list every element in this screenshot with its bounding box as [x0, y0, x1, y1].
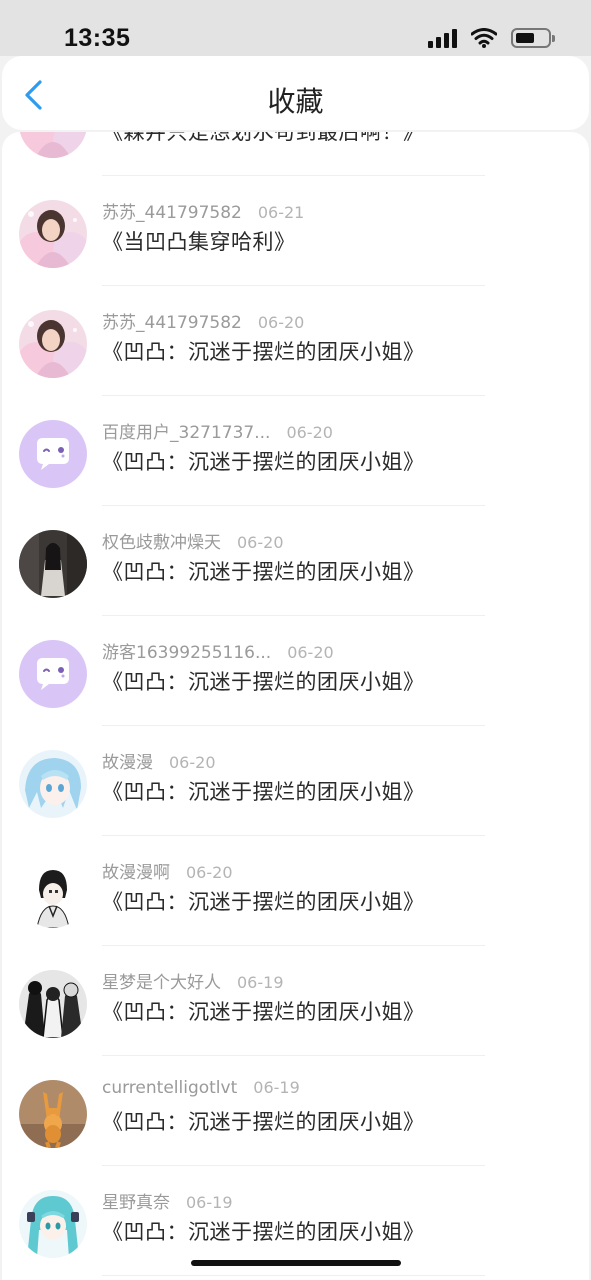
avatar[interactable]	[19, 1190, 87, 1258]
favorite-item[interactable]: 苏苏_441797582 06-21 《当凹凸集穿哈利》	[2, 176, 589, 286]
username[interactable]: 故漫漫	[102, 748, 153, 773]
avatar[interactable]	[19, 860, 87, 928]
username[interactable]: currentelligotlvt	[102, 1078, 237, 1098]
status-time: 13:35	[64, 24, 131, 52]
item-meta: 苏苏_441797582 06-20	[102, 308, 304, 333]
avatar[interactable]	[19, 750, 87, 818]
novel-title[interactable]: 《凹凸：沉迷于摆烂的团厌小姐》	[102, 556, 425, 586]
novel-title[interactable]: 《森井只是想划水苟到最后啊！》	[102, 132, 425, 146]
username[interactable]: 苏苏_441797582	[102, 308, 242, 333]
date: 06-20	[286, 423, 333, 442]
avatar[interactable]	[19, 420, 87, 488]
username[interactable]: 百度用户_3271737...	[102, 418, 270, 443]
favorite-item[interactable]: 游客16399255116... 06-20 《凹凸：沉迷于摆烂的团厌小姐》	[2, 616, 589, 726]
novel-title[interactable]: 《凹凸：沉迷于摆烂的团厌小姐》	[102, 336, 425, 366]
favorite-item[interactable]: 百度用户_3271737... 06-20 《凹凸：沉迷于摆烂的团厌小姐》	[2, 396, 589, 506]
home-indicator[interactable]	[191, 1260, 401, 1266]
favorite-item[interactable]: 星梦是个大好人 06-19 《凹凸：沉迷于摆烂的团厌小姐》	[2, 946, 589, 1056]
wifi-icon	[471, 28, 497, 48]
favorite-item[interactable]: 故漫漫啊 06-20 《凹凸：沉迷于摆烂的团厌小姐》	[2, 836, 589, 946]
username[interactable]: 故漫漫啊	[102, 858, 170, 883]
item-meta: 百度用户_3271737... 06-20	[102, 418, 333, 443]
item-meta: 星梦是个大好人 06-19	[102, 968, 284, 993]
nav-header: 收藏	[2, 56, 589, 130]
date: 06-20	[237, 533, 284, 552]
avatar[interactable]	[19, 640, 87, 708]
novel-title[interactable]: 《凹凸：沉迷于摆烂的团厌小姐》	[102, 886, 425, 916]
novel-title[interactable]: 《凹凸：沉迷于摆烂的团厌小姐》	[102, 666, 425, 696]
favorites-list: 《森井只是想划水苟到最后啊！》苏苏_441797582 06-21 《当凹凸集穿哈利…	[2, 132, 589, 1276]
date: 06-20	[257, 313, 305, 332]
avatar[interactable]	[19, 970, 87, 1038]
username[interactable]: 游客16399255116...	[102, 638, 271, 663]
item-meta: 星野真奈 06-19	[102, 1188, 233, 1213]
item-meta: 故漫漫 06-20	[102, 748, 216, 773]
avatar[interactable]	[19, 132, 87, 158]
username[interactable]: 权色歧敷冲燥天	[102, 528, 221, 553]
favorites-list-container: 《森井只是想划水苟到最后啊！》苏苏_441797582 06-21 《当凹凸集穿哈利…	[2, 132, 589, 1280]
novel-title[interactable]: 《凹凸：沉迷于摆烂的团厌小姐》	[102, 776, 425, 806]
avatar[interactable]	[19, 530, 87, 598]
avatar[interactable]	[19, 1080, 87, 1148]
favorite-item[interactable]: 《森井只是想划水苟到最后啊！》	[2, 132, 589, 176]
date: 06-20	[287, 643, 334, 662]
novel-title[interactable]: 《凹凸：沉迷于摆烂的团厌小姐》	[102, 1216, 425, 1246]
username[interactable]: 星野真奈	[102, 1188, 170, 1213]
battery-icon	[511, 28, 555, 48]
item-meta: 苏苏_441797582 06-21	[102, 198, 304, 223]
favorite-item[interactable]: 故漫漫 06-20 《凹凸：沉迷于摆烂的团厌小姐》	[2, 726, 589, 836]
item-meta: currentelligotlvt 06-19	[102, 1078, 300, 1098]
item-meta: 游客16399255116... 06-20	[102, 638, 334, 663]
item-meta: 权色歧敷冲燥天 06-20	[102, 528, 284, 553]
page-title: 收藏	[267, 85, 324, 118]
novel-title[interactable]: 《凹凸：沉迷于摆烂的团厌小姐》	[102, 446, 425, 476]
date: 06-20	[169, 753, 216, 772]
username[interactable]: 苏苏_441797582	[102, 198, 242, 223]
date: 06-19	[253, 1078, 300, 1097]
novel-title[interactable]: 《凹凸：沉迷于摆烂的团厌小姐》	[102, 1106, 425, 1136]
date: 06-21	[257, 203, 305, 222]
item-meta: 故漫漫啊 06-20	[102, 858, 233, 883]
avatar[interactable]	[19, 200, 87, 268]
cellular-signal-icon	[428, 28, 457, 48]
favorite-item[interactable]: currentelligotlvt 06-19 《凹凸：沉迷于摆烂的团厌小姐》	[2, 1056, 589, 1166]
favorite-item[interactable]: 权色歧敷冲燥天 06-20 《凹凸：沉迷于摆烂的团厌小姐》	[2, 506, 589, 616]
date: 06-19	[237, 973, 284, 992]
username[interactable]: 星梦是个大好人	[102, 968, 221, 993]
avatar[interactable]	[19, 310, 87, 378]
novel-title[interactable]: 《当凹凸集穿哈利》	[102, 226, 296, 256]
novel-title[interactable]: 《凹凸：沉迷于摆烂的团厌小姐》	[102, 996, 425, 1026]
status-icons	[428, 28, 555, 48]
date: 06-20	[186, 863, 233, 882]
favorite-item[interactable]: 苏苏_441797582 06-20 《凹凸：沉迷于摆烂的团厌小姐》	[2, 286, 589, 396]
date: 06-19	[186, 1193, 233, 1212]
status-bar: 13:35	[0, 0, 591, 56]
